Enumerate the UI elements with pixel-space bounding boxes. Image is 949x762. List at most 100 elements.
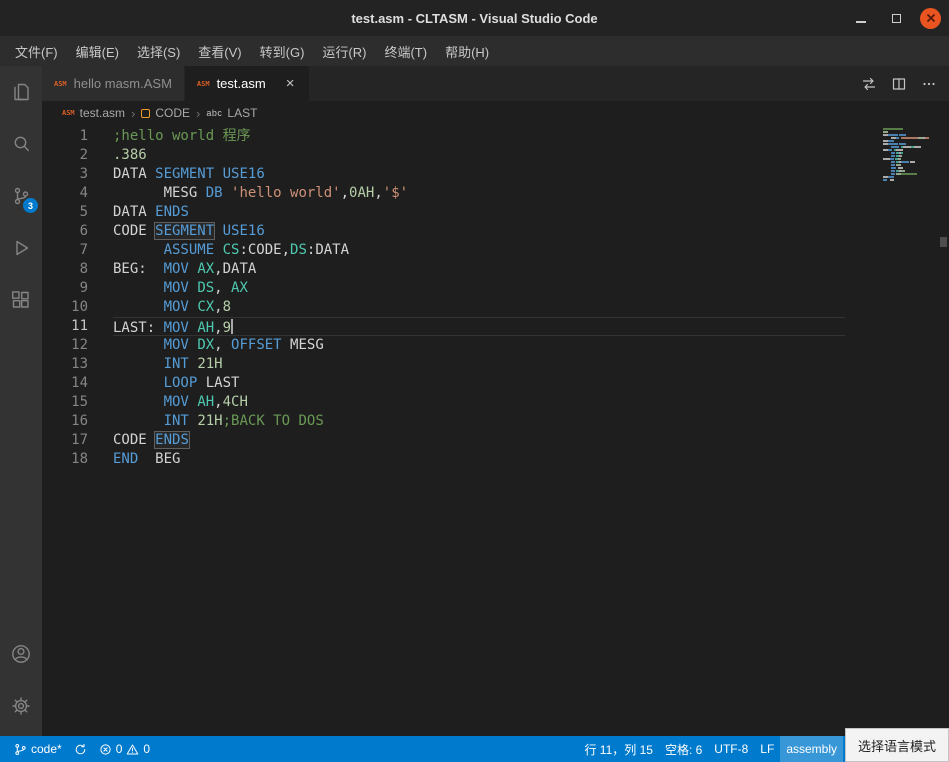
line-number[interactable]: 7 bbox=[42, 241, 88, 260]
code-line-10[interactable]: 10 MOV CX,8 bbox=[42, 298, 949, 317]
account-button[interactable] bbox=[0, 628, 42, 680]
editor[interactable]: 1;hello world 程序2.3863 DATA SEGMENT USE16… bbox=[42, 125, 949, 736]
code-text: LAST: MOV AH,9 bbox=[113, 317, 845, 336]
close-button[interactable] bbox=[920, 8, 941, 29]
indentation-status[interactable]: 空格: 6 bbox=[659, 736, 708, 762]
menu-item-view[interactable]: 查看(V) bbox=[189, 38, 250, 65]
code-line-11[interactable]: 11 LAST: MOV AH,9 bbox=[42, 317, 949, 336]
code-text: INT 21H bbox=[113, 355, 845, 374]
breadcrumb-file[interactable]: test.asm bbox=[80, 106, 125, 120]
line-number[interactable]: 12 bbox=[42, 336, 88, 355]
line-number[interactable]: 5 bbox=[42, 203, 88, 222]
minimap[interactable] bbox=[883, 128, 935, 182]
editor-actions bbox=[861, 66, 949, 101]
extensions-icon bbox=[9, 288, 33, 312]
open-changes-icon bbox=[861, 76, 877, 92]
code-line-12[interactable]: 12 MOV DX, OFFSET MESG bbox=[42, 336, 949, 355]
editor-group: ASMhello masm.ASMASMtest.asm× ASM test.a… bbox=[42, 66, 949, 736]
minimize-icon bbox=[856, 21, 866, 23]
tab-test-asm[interactable]: ASMtest.asm× bbox=[185, 66, 311, 101]
menu-item-selection[interactable]: 选择(S) bbox=[128, 38, 189, 65]
workbench: 3 ASMhello masm.ASMASMtest. bbox=[0, 66, 949, 736]
line-number[interactable]: 16 bbox=[42, 412, 88, 431]
minimize-button[interactable] bbox=[850, 7, 872, 29]
more-actions-button[interactable] bbox=[921, 76, 937, 92]
code-line-5[interactable]: 5DATA ENDS bbox=[42, 203, 949, 222]
line-number[interactable]: 6 bbox=[42, 222, 88, 241]
menu-item-goto[interactable]: 转到(G) bbox=[251, 38, 314, 65]
line-number[interactable]: 1 bbox=[42, 127, 88, 146]
line-number[interactable]: 2 bbox=[42, 146, 88, 165]
line-number[interactable]: 10 bbox=[42, 298, 88, 317]
extensions-button[interactable] bbox=[0, 274, 42, 326]
code-line-15[interactable]: 15 MOV AH,4CH bbox=[42, 393, 949, 412]
line-number[interactable]: 15 bbox=[42, 393, 88, 412]
source-control-button[interactable]: 3 bbox=[0, 170, 42, 222]
chevron-right-icon: › bbox=[131, 106, 135, 121]
line-number[interactable]: 8 bbox=[42, 260, 88, 279]
code-line-9[interactable]: 9 MOV DS, AX bbox=[42, 279, 949, 298]
line-number[interactable]: 13 bbox=[42, 355, 88, 374]
code-line-2[interactable]: 2.386 bbox=[42, 146, 949, 165]
problems-status[interactable]: 0 0 bbox=[93, 736, 156, 762]
search-button[interactable] bbox=[0, 118, 42, 170]
open-changes-button[interactable] bbox=[861, 76, 877, 92]
window-title: test.asm - CLTASM - Visual Studio Code bbox=[351, 11, 597, 26]
tab-hello-masm[interactable]: ASMhello masm.ASM bbox=[42, 66, 185, 101]
sync-button[interactable] bbox=[68, 736, 93, 762]
code-line-18[interactable]: 18END BEG bbox=[42, 450, 949, 469]
code-text: MOV DS, AX bbox=[113, 279, 845, 298]
language-mode-status[interactable]: assembly bbox=[780, 736, 843, 762]
code-line-14[interactable]: 14 LOOP LAST bbox=[42, 374, 949, 393]
chevron-right-icon: › bbox=[196, 106, 200, 121]
code-area: 1;hello world 程序2.3863 DATA SEGMENT USE16… bbox=[42, 125, 949, 469]
line-number[interactable]: 11 bbox=[42, 317, 88, 336]
settings-button[interactable] bbox=[0, 680, 42, 732]
split-editor-button[interactable] bbox=[891, 76, 907, 92]
code-line-6[interactable]: 6CODE SEGMENT USE16 bbox=[42, 222, 949, 241]
encoding-status[interactable]: UTF-8 bbox=[708, 736, 754, 762]
line-number[interactable]: 9 bbox=[42, 279, 88, 298]
menu-item-help[interactable]: 帮助(H) bbox=[436, 38, 498, 65]
code-line-17[interactable]: 17CODE ENDS bbox=[42, 431, 949, 450]
code-line-7[interactable]: 7 ASSUME CS:CODE,DS:DATA bbox=[42, 241, 949, 260]
line-number[interactable]: 14 bbox=[42, 374, 88, 393]
code-text: DATA SEGMENT USE16 bbox=[113, 165, 845, 184]
code-line-16[interactable]: 16 INT 21H;BACK TO DOS bbox=[42, 412, 949, 431]
git-branch-icon bbox=[14, 743, 27, 756]
breadcrumb-member[interactable]: LAST bbox=[227, 106, 257, 120]
menu-item-run[interactable]: 运行(R) bbox=[313, 38, 375, 65]
status-bar: code* 0 0 行 11，列 15 空格: 6 UTF-8 LF assem… bbox=[0, 736, 949, 762]
menu-item-terminal[interactable]: 终端(T) bbox=[375, 38, 436, 65]
explorer-button[interactable] bbox=[0, 66, 42, 118]
line-number[interactable]: 17 bbox=[42, 431, 88, 450]
account-icon bbox=[9, 642, 33, 666]
eol-status[interactable]: LF bbox=[754, 736, 780, 762]
code-line-1[interactable]: 1;hello world 程序 bbox=[42, 127, 949, 146]
line-number[interactable]: 4 bbox=[42, 184, 88, 203]
code-text: MOV DX, OFFSET MESG bbox=[113, 336, 845, 355]
code-line-3[interactable]: 3 DATA SEGMENT USE16 bbox=[42, 165, 949, 184]
warning-count: 0 bbox=[143, 742, 150, 756]
menu-item-edit[interactable]: 编辑(E) bbox=[67, 38, 128, 65]
code-line-13[interactable]: 13 INT 21H bbox=[42, 355, 949, 374]
line-number[interactable]: 18 bbox=[42, 450, 88, 469]
more-actions-icon bbox=[921, 76, 937, 92]
activity-bar-bottom bbox=[0, 628, 42, 732]
git-branch-status[interactable]: code* bbox=[8, 736, 68, 762]
vscode-window: test.asm - CLTASM - Visual Studio Code 文… bbox=[0, 0, 949, 762]
code-line-4[interactable]: 4 MESG DB 'hello world',0AH,'$' bbox=[42, 184, 949, 203]
close-tab-icon[interactable]: × bbox=[283, 75, 298, 92]
tab-label: hello masm.ASM bbox=[74, 76, 172, 91]
line-number[interactable]: 3 bbox=[42, 165, 88, 184]
cursor-position-status[interactable]: 行 11，列 15 bbox=[578, 736, 658, 762]
run-debug-button[interactable] bbox=[0, 222, 42, 274]
tab-bar: ASMhello masm.ASMASMtest.asm× bbox=[42, 66, 949, 101]
code-text: MOV AH,4CH bbox=[113, 393, 845, 412]
code-line-8[interactable]: 8BEG: MOV AX,DATA bbox=[42, 260, 949, 279]
code-text: MOV CX,8 bbox=[113, 298, 845, 317]
menu-item-file[interactable]: 文件(F) bbox=[6, 38, 67, 65]
breadcrumb-symbol[interactable]: CODE bbox=[155, 106, 190, 120]
close-icon bbox=[926, 13, 936, 23]
restore-button[interactable] bbox=[885, 7, 907, 29]
